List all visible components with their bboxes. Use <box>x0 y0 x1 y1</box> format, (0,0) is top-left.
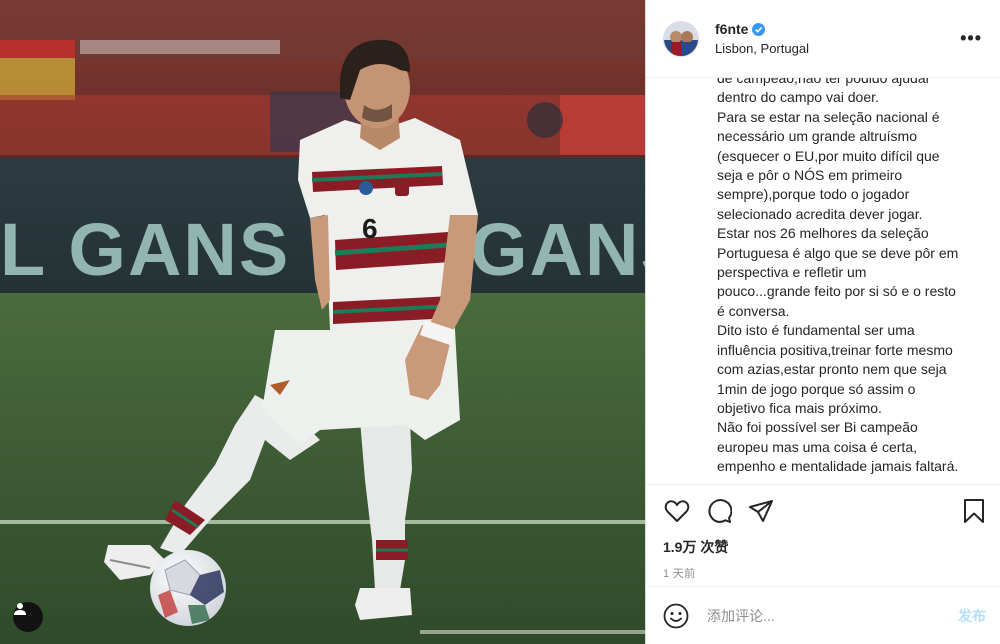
caption-line: de campeão,não ter podido ajudar <box>717 78 931 86</box>
bookmark-icon <box>964 498 984 523</box>
caption-line: Portuguesa é algo que se deve pôr em <box>717 244 959 261</box>
more-options-icon[interactable]: ••• <box>956 28 986 49</box>
comment-input[interactable] <box>705 606 958 625</box>
caption-line: Para se estar na seleção nacional é <box>717 108 940 125</box>
led-banner-left: L GANS <box>0 208 290 291</box>
caption-line: influência positiva,treinar forte mesmo <box>717 341 953 358</box>
caption-scroll-area[interactable]: de campeão,não ter podido ajudar dentro d… <box>646 78 1000 484</box>
post-photo[interactable]: L GANS GANS <box>0 0 645 644</box>
caption-line: 1min de jogo porque só assim o <box>717 380 916 397</box>
emoji-icon[interactable] <box>663 603 689 629</box>
caption-line: europeu mas uma coisa é certa, <box>717 438 917 455</box>
publish-button[interactable]: 发布 <box>958 606 986 626</box>
username-link[interactable]: f6nte <box>715 21 748 37</box>
caption-line: objetivo fica mais próximo. <box>717 399 882 416</box>
post-author: f6nte Lisbon, Portugal <box>715 21 956 56</box>
instagram-post: L GANS GANS <box>0 0 1000 644</box>
caption-line: (esquecer o EU,por muito difícil que <box>717 147 940 164</box>
person-icon <box>14 603 26 615</box>
post-header: f6nte Lisbon, Portugal ••• <box>646 0 1000 78</box>
caption-line: Não foi possível ser Bi campeão <box>717 419 918 436</box>
add-comment-bar: 发布 <box>646 586 1000 644</box>
tagged-users-button[interactable] <box>13 602 43 632</box>
like-button[interactable] <box>663 497 691 525</box>
caption-line: pouco...grande feito por si só e o resto <box>717 283 956 300</box>
caption-line: seja e pôr o NÓS em primeiro <box>717 167 903 184</box>
caption-line: selecionado acredita dever jogar. <box>717 205 923 222</box>
post-side-panel: f6nte Lisbon, Portugal ••• de campeão,nã… <box>645 0 1000 644</box>
location-link[interactable]: Lisbon, Portugal <box>715 41 956 56</box>
share-button[interactable] <box>747 497 775 525</box>
football-player-image: L GANS GANS <box>0 0 645 644</box>
share-icon <box>749 499 773 522</box>
post-timestamp[interactable]: 1 天前 <box>646 565 1000 581</box>
avatar[interactable] <box>663 20 699 57</box>
action-bar <box>646 484 1000 536</box>
jersey-number: 6 <box>362 213 378 244</box>
caption-line: Estar nos 26 melhores da seleção <box>717 225 929 242</box>
heart-icon <box>664 499 690 522</box>
caption-line: Dito isto é fundamental ser uma <box>717 322 915 339</box>
caption-line: é conversa. <box>717 302 790 319</box>
verified-badge-icon <box>752 22 766 36</box>
likes-count[interactable]: 1.9万 次赞 <box>646 536 1000 558</box>
caption-line: empenho e mentalidade jamais faltará. <box>717 458 959 475</box>
comment-button[interactable] <box>705 497 733 525</box>
caption-line: dentro do campo vai doer. <box>717 89 879 106</box>
caption-line: com azias,estar pronto nem que seja <box>717 361 947 378</box>
save-button[interactable] <box>960 497 988 525</box>
comment-icon <box>708 498 732 523</box>
avatar-image <box>664 21 698 56</box>
caption-line: sempre),porque todo o jogador <box>717 186 910 203</box>
caption-text: de campeão,não ter podido ajudar dentro d… <box>717 78 990 477</box>
caption-line: necessário um grande altruísmo <box>717 128 917 145</box>
caption-line: perspectiva e refletir um <box>717 264 867 281</box>
led-banner-right: GANS <box>470 208 645 291</box>
